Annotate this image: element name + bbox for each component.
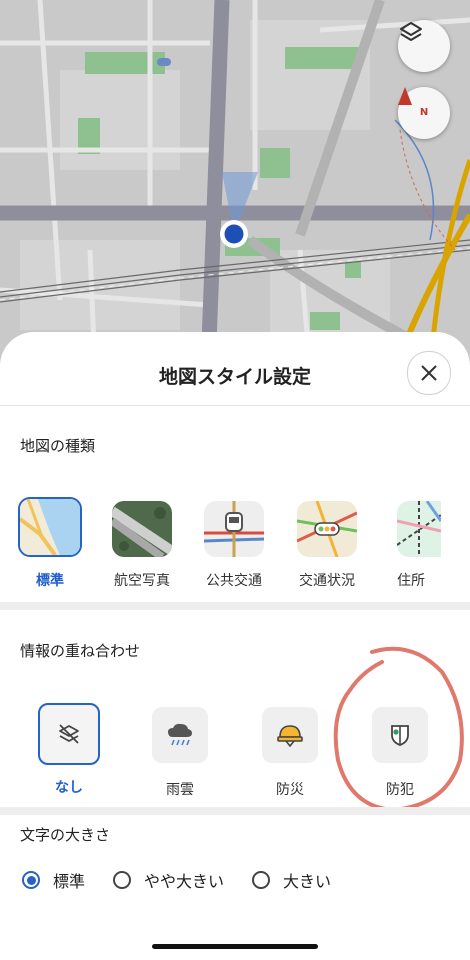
map-type-section-label: 地図の種類 <box>20 437 96 455</box>
close-button[interactable] <box>407 351 451 395</box>
home-indicator[interactable] <box>152 944 318 949</box>
overlay-label: 防犯 <box>386 782 414 798</box>
map-type-address[interactable]: 住所 <box>389 501 449 590</box>
overlay-crime[interactable]: 防犯 <box>360 707 440 799</box>
overlay-label: なし <box>55 780 83 796</box>
radio-selected-icon <box>22 871 40 889</box>
section-separator <box>0 807 470 815</box>
rain-cloud-icon <box>168 723 192 746</box>
address-thumbnail <box>397 501 441 557</box>
map-type-aerial[interactable]: 航空写真 <box>112 501 172 590</box>
overlay-none-box <box>38 703 100 765</box>
overlay-rain-box <box>152 707 208 763</box>
layers-icon <box>400 22 422 41</box>
shield-icon <box>391 725 409 746</box>
layers-off-icon <box>59 724 79 744</box>
radio-unselected-icon <box>252 871 271 889</box>
text-size-section-label: 文字の大きさ <box>20 826 111 844</box>
compass-north-label: N <box>419 107 429 118</box>
overlay-section-label: 情報の重ね合わせ <box>20 642 141 660</box>
overlay-rain[interactable]: 雨雲 <box>140 707 220 799</box>
text-size-slightly-large[interactable]: やや大きい <box>113 868 224 892</box>
aerial-thumbnail <box>112 501 172 557</box>
map-type-label: 公共交通 <box>206 573 262 589</box>
radio-label: 標準 <box>53 872 86 891</box>
sheet-title: 地図スタイル設定 <box>158 366 311 388</box>
overlay-none[interactable]: なし <box>29 703 109 797</box>
overlay-disaster[interactable]: 防災 <box>250 707 330 799</box>
compass-button[interactable]: N <box>398 87 450 139</box>
map-type-label: 航空写真 <box>114 573 170 589</box>
map-type-traffic[interactable]: 交通状況 <box>297 501 357 590</box>
standard-thumbnail <box>18 497 82 557</box>
map-type-label: 交通状況 <box>299 573 355 589</box>
overlay-crime-box <box>372 707 428 763</box>
overlay-label: 雨雲 <box>166 782 194 798</box>
text-size-large[interactable]: 大きい <box>252 868 331 892</box>
map-type-label: 標準 <box>36 573 64 589</box>
section-separator <box>0 602 470 610</box>
helmet-icon <box>277 725 303 748</box>
text-size-options: 標準 やや大きい 大きい <box>22 868 359 892</box>
text-size-standard[interactable]: 標準 <box>22 868 85 892</box>
map-view[interactable]: N <box>0 0 470 370</box>
layers-button[interactable] <box>398 20 450 72</box>
map-type-standard[interactable]: 標準 <box>18 497 82 590</box>
close-icon <box>421 365 437 381</box>
radio-unselected-icon <box>113 871 132 889</box>
overlay-disaster-box <box>262 707 318 763</box>
traffic-thumbnail <box>297 501 357 557</box>
map-type-label: 住所 <box>397 573 425 589</box>
compass-needle-icon <box>398 87 412 105</box>
radio-label: 大きい <box>283 872 332 891</box>
map-type-transit[interactable]: 公共交通 <box>204 501 264 590</box>
radio-label: やや大きい <box>144 872 225 891</box>
transit-thumbnail <box>204 501 264 557</box>
overlay-label: 防災 <box>276 782 304 798</box>
title-divider <box>0 405 470 406</box>
